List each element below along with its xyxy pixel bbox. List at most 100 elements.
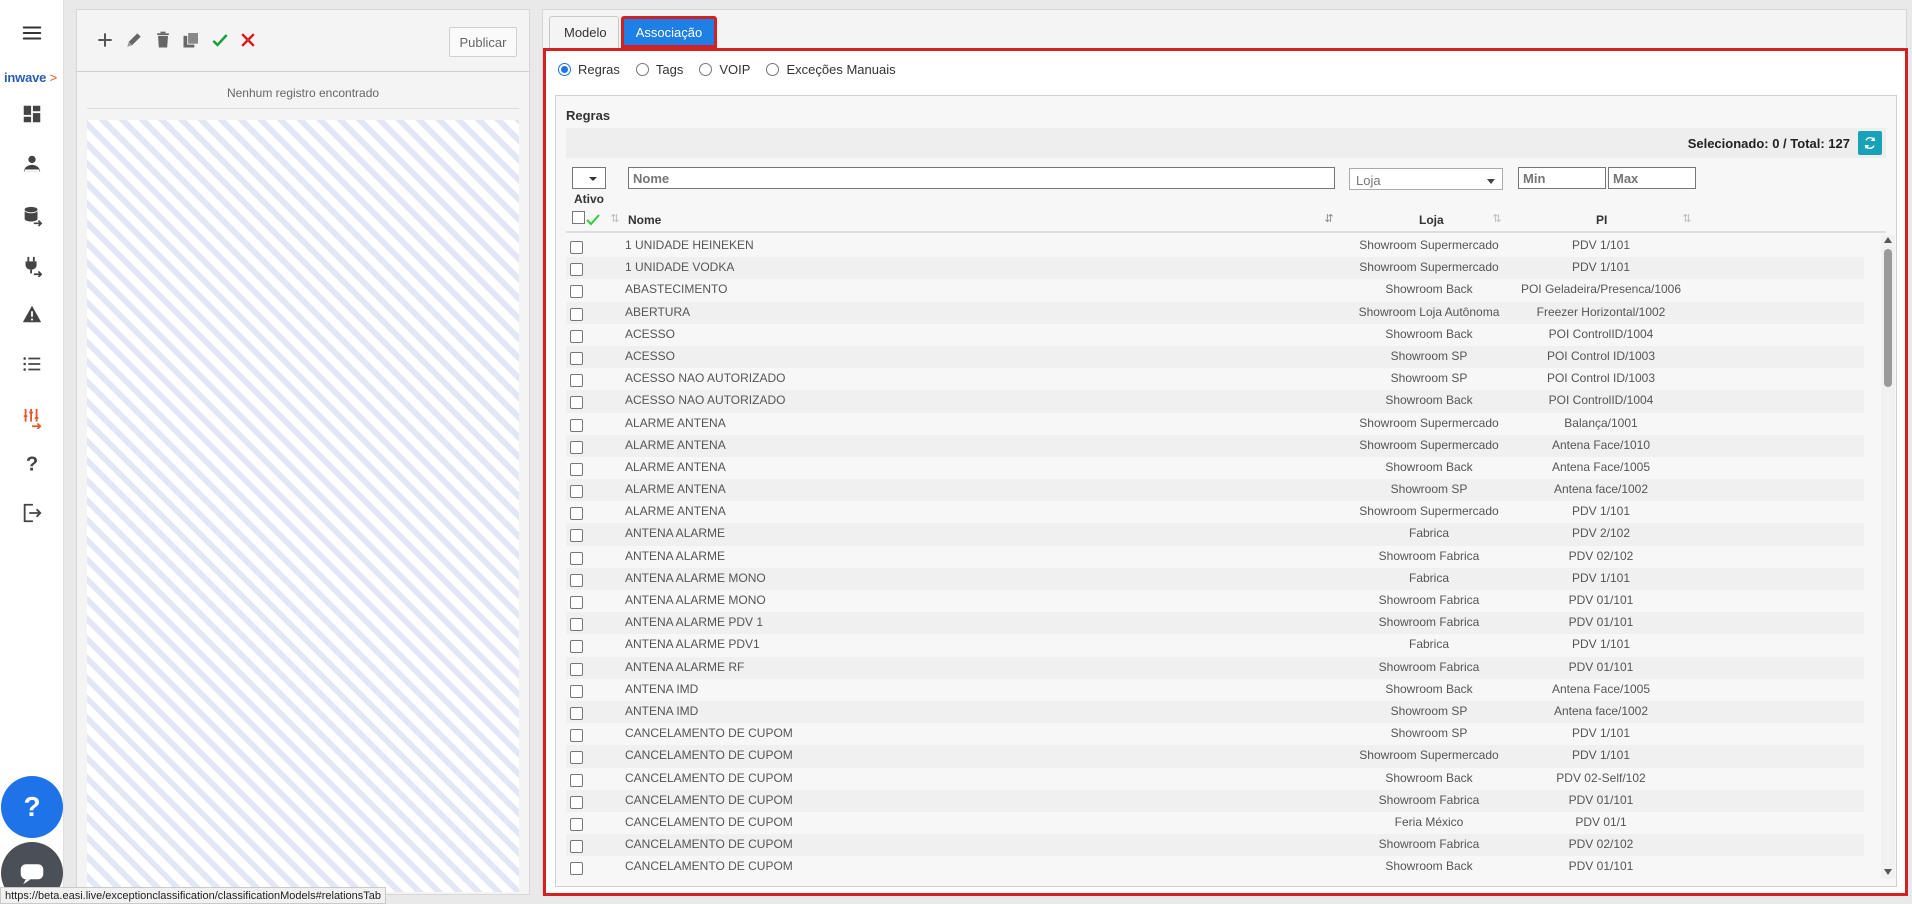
scroll-down-icon[interactable]: [1884, 869, 1892, 875]
scroll-up-icon[interactable]: [1884, 237, 1892, 243]
row-checkbox[interactable]: [570, 507, 583, 521]
row-checkbox[interactable]: [570, 329, 583, 343]
row-checkbox[interactable]: [570, 596, 583, 609]
table-row[interactable]: ANTENA ALARME Fabrica PDV 2/102: [566, 523, 1864, 546]
row-checkbox[interactable]: [570, 573, 583, 587]
row-checkbox[interactable]: [570, 285, 583, 299]
table-row[interactable]: ANTENA ALARME MONO Fabrica PDV 1/101: [566, 567, 1864, 590]
cancel-button[interactable]: [236, 28, 260, 52]
add-button[interactable]: [93, 28, 117, 52]
confirm-button[interactable]: [208, 28, 232, 52]
row-checkbox[interactable]: [570, 706, 583, 720]
brand-logo[interactable]: inwave >: [4, 70, 60, 85]
row-checkbox[interactable]: [570, 374, 583, 388]
row-checkbox[interactable]: [570, 263, 583, 277]
duplicate-button[interactable]: [179, 28, 203, 52]
table-row[interactable]: ACESSO NAO AUTORIZADO Showroom SP POI Cont…: [566, 368, 1864, 390]
table-row[interactable]: CANCELAMENTO DE CUPOM Showroom Back PDV 02…: [566, 768, 1864, 790]
nome-filter-input[interactable]: [628, 167, 1335, 189]
table-row[interactable]: CANCELAMENTO DE CUPOM Showroom Fabrica PDV…: [566, 789, 1864, 812]
menu-icon[interactable]: [10, 13, 54, 53]
radio-tags[interactable]: Tags: [635, 62, 683, 77]
sort-loja-icon[interactable]: ⇅: [1490, 211, 1504, 225]
header-loja[interactable]: Loja: [1419, 213, 1444, 227]
table-row[interactable]: ANTENA ALARME RF Showroom Fabrica PDV 01/1…: [566, 656, 1864, 679]
table-row[interactable]: ANTENA ALARME PDV1 Fabrica PDV 1/101: [566, 634, 1864, 656]
table-scrollbar[interactable]: [1881, 235, 1895, 879]
row-checkbox[interactable]: [570, 307, 583, 321]
select-all-checkbox[interactable]: [572, 211, 585, 224]
logout-icon[interactable]: [10, 493, 54, 533]
radio-voip[interactable]: VOIP: [699, 62, 750, 77]
sort-nome-icon[interactable]: ⇵: [1322, 211, 1336, 225]
person-icon[interactable]: [10, 144, 54, 184]
pi-max-input[interactable]: [1608, 167, 1696, 189]
table-row[interactable]: ALARME ANTENA Showroom SP Antena face/1002: [566, 479, 1864, 502]
row-checkbox[interactable]: [570, 640, 583, 654]
table-row[interactable]: CANCELAMENTO DE CUPOM Showroom SP PDV 1/10…: [566, 723, 1864, 745]
table-row[interactable]: 1 UNIDADE VODKA Showroom Supermercado PDV …: [566, 257, 1864, 280]
table-row[interactable]: ANTENA ALARME PDV 1 Showroom Fabrica PDV 0…: [566, 612, 1864, 635]
edit-button[interactable]: [122, 28, 146, 52]
table-row[interactable]: ALARME ANTENA Showroom Supermercado Antena…: [566, 434, 1864, 457]
table-row[interactable]: ABERTURA Showroom Loja Autônoma Freezer Ho…: [566, 301, 1864, 324]
header-pi[interactable]: PI: [1596, 213, 1607, 227]
row-checkbox[interactable]: [570, 773, 583, 787]
row-checkbox[interactable]: [570, 418, 583, 432]
dashboard-icon[interactable]: [10, 94, 54, 134]
tab-associacao[interactable]: Associação: [621, 16, 717, 48]
row-checkbox[interactable]: [570, 440, 583, 454]
help-fab-button[interactable]: ?: [1, 776, 63, 838]
table-row[interactable]: ANTENA IMD Showroom Back Antena Face/1005: [566, 679, 1864, 701]
ativo-filter-select[interactable]: [572, 167, 606, 189]
refresh-button[interactable]: [1858, 131, 1882, 155]
row-checkbox[interactable]: [570, 551, 583, 565]
delete-button[interactable]: [151, 28, 175, 52]
table-row[interactable]: ALARME ANTENA Showroom Back Antena Face/10…: [566, 457, 1864, 479]
row-checkbox[interactable]: [570, 529, 583, 543]
table-row[interactable]: CANCELAMENTO DE CUPOM Showroom Back PDV 01…: [566, 856, 1864, 878]
table-row[interactable]: ANTENA ALARME Showroom Fabrica PDV 02/102: [566, 546, 1864, 568]
sliders-arrow-icon[interactable]: [10, 398, 54, 438]
pi-min-input[interactable]: [1518, 167, 1606, 189]
table-row[interactable]: 1 UNIDADE HEINEKEN Showroom Supermercado P…: [566, 235, 1864, 257]
row-checkbox[interactable]: [570, 485, 583, 499]
row-checkbox[interactable]: [570, 840, 583, 854]
table-row[interactable]: ABASTECIMENTO Showroom Back POI Geladeira/…: [566, 279, 1864, 301]
row-checkbox[interactable]: [570, 795, 583, 809]
row-checkbox[interactable]: [570, 462, 583, 476]
loja-filter-select[interactable]: Loja: [1349, 168, 1503, 190]
sort-ativo-icon[interactable]: ⇅: [608, 211, 622, 225]
scroll-thumb[interactable]: [1884, 249, 1892, 387]
row-checkbox[interactable]: [570, 662, 583, 676]
table-row[interactable]: ANTENA ALARME MONO Showroom Fabrica PDV 01…: [566, 590, 1864, 612]
list-icon[interactable]: [10, 344, 54, 384]
radio-regras[interactable]: Regras: [558, 62, 620, 77]
header-nome[interactable]: Nome: [628, 213, 661, 227]
table-row[interactable]: CANCELAMENTO DE CUPOM Showroom Supermerca…: [566, 745, 1864, 768]
plug-arrow-icon[interactable]: [10, 246, 54, 286]
table-row[interactable]: ANTENA IMD Showroom SP Antena face/1002: [566, 700, 1864, 724]
row-checkbox[interactable]: [570, 396, 583, 410]
row-checkbox[interactable]: [570, 817, 583, 831]
tab-modelo[interactable]: Modelo: [549, 16, 619, 48]
table-row[interactable]: ALARME ANTENA Showroom Supermercado PDV 1/…: [566, 501, 1864, 523]
publish-button[interactable]: Publicar: [449, 27, 517, 57]
table-row[interactable]: ACESSO Showroom Back POI ControlID/1004: [566, 324, 1864, 346]
row-checkbox[interactable]: [570, 351, 583, 365]
row-checkbox[interactable]: [570, 751, 583, 765]
row-checkbox[interactable]: [570, 862, 583, 876]
table-row[interactable]: ACESSO NAO AUTORIZADO Showroom Back POI Co…: [566, 390, 1864, 413]
table-row[interactable]: CANCELAMENTO DE CUPOM Showroom Fabrica PDV…: [566, 834, 1864, 857]
table-row[interactable]: ALARME ANTENA Showroom Supermercado Balanç…: [566, 413, 1864, 435]
row-checkbox[interactable]: [570, 241, 583, 254]
table-row[interactable]: ACESSO Showroom SP POI Control ID/1003: [566, 345, 1864, 369]
database-arrow-icon[interactable]: [10, 196, 54, 236]
sort-pi-icon[interactable]: ⇅: [1680, 211, 1694, 225]
warning-icon[interactable]: [10, 294, 54, 334]
row-checkbox[interactable]: [570, 684, 583, 698]
row-checkbox[interactable]: [570, 729, 583, 743]
table-row[interactable]: CANCELAMENTO DE CUPOM Feria México PDV 01/…: [566, 812, 1864, 834]
row-checkbox[interactable]: [570, 618, 583, 632]
radio-excecoes[interactable]: Exceções Manuais: [766, 62, 896, 77]
